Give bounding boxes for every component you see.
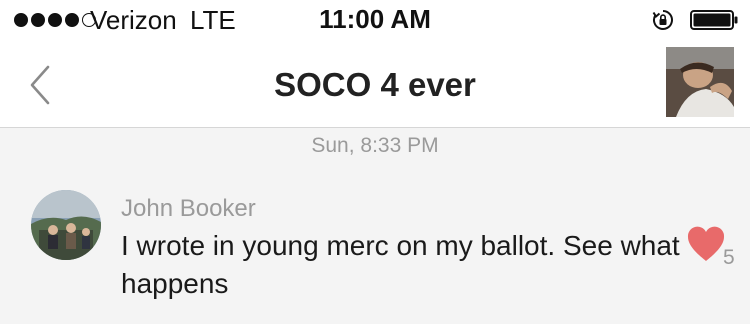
message-text[interactable]: I wrote in young merc on my ballot. See … (121, 227, 681, 303)
conversation-title: SOCO 4 ever (274, 66, 476, 103)
avatar[interactable] (31, 190, 101, 260)
message-timestamp: Sun, 8:33 PM (311, 134, 439, 157)
heart-icon[interactable] (686, 225, 726, 263)
group-avatar[interactable] (666, 47, 734, 117)
nav-bar: SOCO 4 ever (0, 40, 750, 128)
status-time: 11:00 AM (319, 4, 431, 34)
orientation-lock-icon (652, 10, 673, 30)
status-bar: Verizon LTE 11:00 AM (0, 0, 750, 40)
back-button[interactable] (24, 62, 60, 108)
like-count: 5 (723, 246, 735, 269)
sender-name: John Booker (121, 195, 256, 222)
battery-icon (690, 10, 738, 30)
